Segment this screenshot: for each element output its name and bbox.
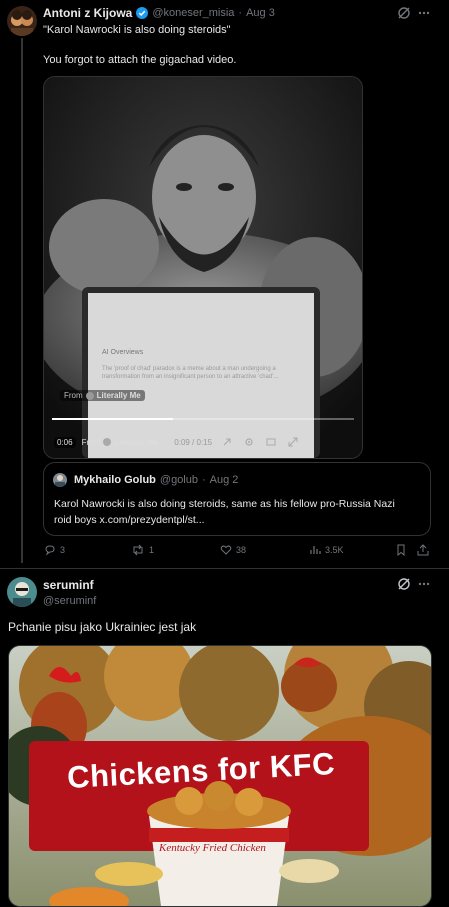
video-source-overlay[interactable]: From Literally Me — [60, 390, 145, 401]
reply-count: 3 — [60, 545, 66, 555]
controls-from-label: From — [81, 437, 101, 447]
action-bar: 3 1 38 3.5K — [43, 544, 433, 560]
views-count: 3.5K — [325, 545, 344, 555]
source-name: Literally Me — [96, 391, 141, 400]
tweet-image[interactable]: Chickens for KFC Kentucky Fried Chicken — [8, 645, 432, 907]
quote-date-separator: · — [202, 474, 206, 486]
settings-gear-icon[interactable] — [244, 437, 254, 447]
reply-icon — [45, 545, 55, 556]
heart-icon — [220, 545, 232, 555]
tweet-text-line-2: You forgot to attach the gigachad video. — [43, 54, 237, 66]
video-progress-track[interactable] — [52, 418, 354, 420]
video-screen-heading: AI Overviews — [102, 349, 144, 356]
fullscreen-icon[interactable] — [288, 437, 298, 447]
author-handle[interactable]: @koneser_misia — [152, 7, 234, 19]
repost-button[interactable]: 1 — [131, 544, 154, 556]
tweet-text-line-1: "Karol Nawrocki is also doing steroids" — [43, 24, 231, 36]
video-player[interactable]: AI Overviews The 'proof of chad' paradox… — [43, 76, 363, 459]
bucket-text: Kentucky Fried Chicken — [159, 842, 266, 854]
video-screen-text: The 'proof of chad' paradox is a meme ab… — [102, 366, 279, 380]
like-count: 38 — [236, 545, 247, 555]
repost-count: 1 — [149, 545, 155, 555]
quote-date[interactable]: Aug 2 — [210, 474, 239, 486]
more-options-icon[interactable] — [416, 576, 432, 592]
avatar[interactable] — [7, 6, 37, 36]
grok-icon[interactable] — [396, 5, 412, 21]
tweet-text: Pchanie pisu jako Ukrainiec jest jak — [8, 620, 197, 634]
share-video-icon[interactable] — [222, 437, 232, 447]
controls-source-name[interactable]: Literally Me — [114, 438, 158, 447]
quoted-tweet[interactable]: Mykhailo Golub @golub · Aug 2 Karol Nawr… — [43, 462, 431, 536]
more-options-icon[interactable] — [416, 5, 432, 21]
views-icon — [310, 546, 321, 554]
grok-icon[interactable] — [396, 576, 412, 592]
date-separator: · — [238, 7, 243, 19]
like-button[interactable]: 38 — [220, 544, 246, 556]
controls-source-icon — [103, 438, 112, 446]
from-label: From — [64, 391, 83, 400]
video-current-time: 0:06 — [54, 436, 76, 448]
repost-icon — [133, 544, 143, 556]
tweet-date[interactable]: Aug 3 — [246, 7, 275, 19]
quote-author-name[interactable]: Mykhailo Golub — [74, 474, 156, 486]
views-button[interactable]: 3.5K — [309, 544, 344, 556]
avatar[interactable] — [7, 577, 37, 607]
quote-handle[interactable]: @golub — [160, 474, 198, 486]
author-name[interactable]: Antoni z Kijowa — [43, 6, 132, 20]
source-avatar-icon — [85, 391, 94, 400]
quote-text-line-1: Karol Nawrocki is also doing steroids, s… — [54, 498, 395, 510]
verified-badge-icon — [136, 7, 149, 19]
share-button[interactable] — [417, 544, 429, 556]
tweet-1[interactable]: Antoni z Kijowa @koneser_misia · Aug 3 "… — [0, 0, 449, 568]
video-total-time: 0:09 / 0:15 — [174, 437, 213, 447]
video-controls: 0:06 From Literally Me 0:09 / 0:15 — [54, 434, 354, 450]
bookmark-button[interactable] — [395, 544, 407, 556]
share-icon — [417, 544, 429, 556]
author-handle[interactable]: @seruminf — [43, 595, 96, 607]
author-name[interactable]: seruminf — [43, 578, 94, 592]
bookmark-icon — [397, 544, 405, 556]
quote-avatar[interactable] — [53, 473, 67, 487]
pip-icon[interactable] — [266, 437, 276, 447]
tweet-2[interactable]: seruminf @seruminf Pchanie pisu jako Ukr… — [0, 569, 449, 907]
video-progress-fill — [52, 418, 173, 420]
quote-text-line-2: roid boys x.com/prezydentpl/st... — [54, 514, 205, 526]
reply-button[interactable]: 3 — [44, 544, 65, 556]
thread-line — [21, 38, 23, 563]
